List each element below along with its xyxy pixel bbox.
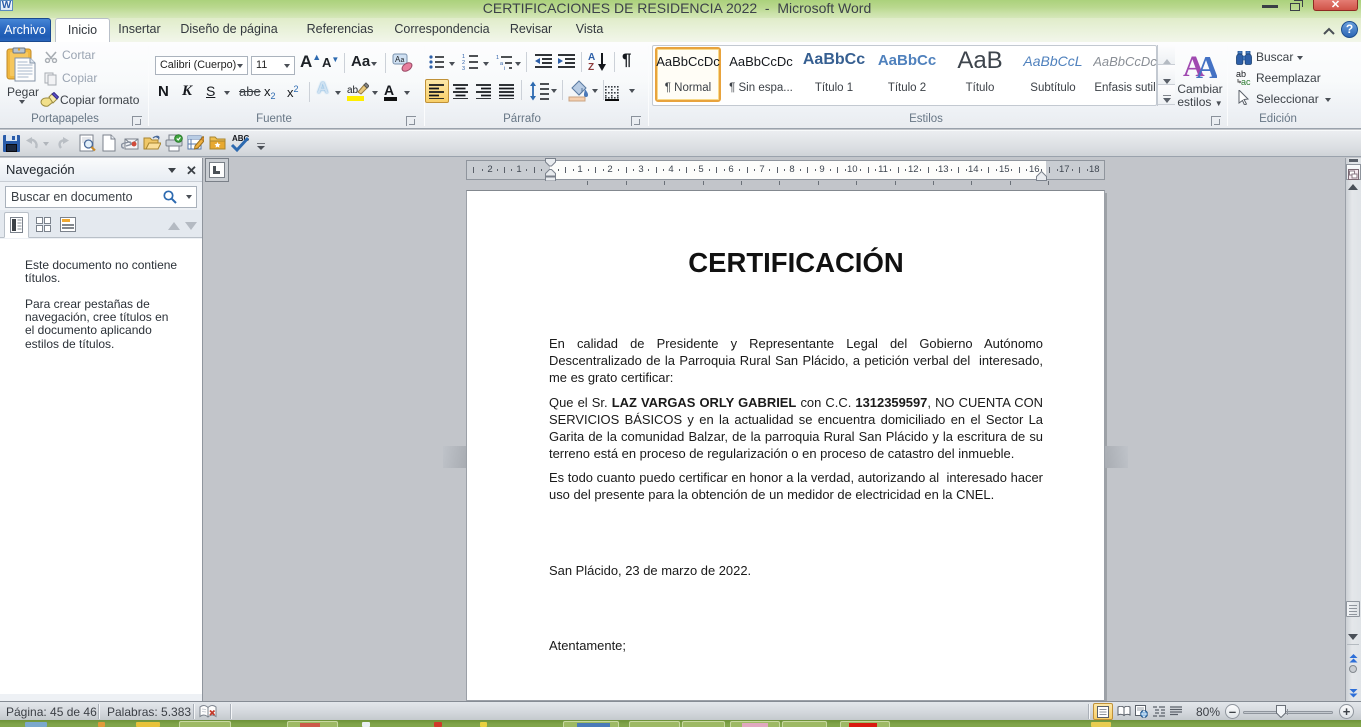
svg-text:3: 3: [462, 66, 465, 70]
svg-text:ac: ac: [1241, 77, 1251, 85]
svg-text:ab: ab: [347, 85, 359, 96]
svg-text:Z: Z: [588, 62, 594, 72]
svg-text:a: a: [401, 57, 405, 64]
svg-text:i: i: [504, 66, 505, 70]
svg-text:A: A: [1196, 49, 1217, 80]
svg-text:1: 1: [496, 55, 499, 61]
svg-text:A: A: [384, 82, 394, 98]
